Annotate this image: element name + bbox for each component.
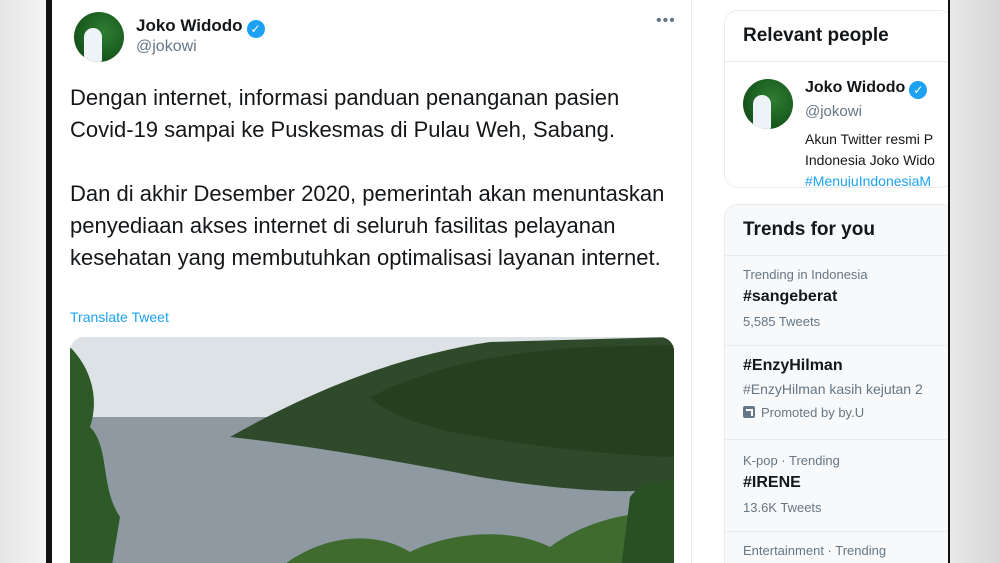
divider xyxy=(725,61,948,62)
promoted-icon xyxy=(743,406,755,418)
person-handle[interactable]: @jokowi xyxy=(805,103,862,120)
trend-name[interactable]: #EnzyHilman xyxy=(743,357,923,375)
tweet-media-photo[interactable] xyxy=(70,337,674,563)
trend-item[interactable]: K-pop · Trending #IRENE 13.6K Tweets xyxy=(743,453,840,515)
person-name-text[interactable]: Joko Widodo xyxy=(805,79,905,96)
person-bio-line-2: Indonesia Joko Wido xyxy=(805,152,935,168)
trend-meta: Entertainment · Trending xyxy=(743,543,887,558)
author-handle[interactable]: @jokowi xyxy=(136,38,197,56)
translate-tweet-link[interactable]: Translate Tweet xyxy=(70,309,169,325)
trend-description: #EnzyHilman kasih kejutan 2 xyxy=(743,381,923,397)
relevant-people-card: Relevant people Joko Widodo ✓ @jokowi Aku… xyxy=(724,10,948,188)
author-name-text[interactable]: Joko Widodo xyxy=(136,16,243,35)
divider xyxy=(725,439,948,440)
trend-item-promoted[interactable]: #EnzyHilman #EnzyHilman kasih kejutan 2 … xyxy=(743,357,923,420)
landscape-photo xyxy=(70,337,674,563)
tweet-paragraph-2: Dan di akhir Desember 2020, pemerintah a… xyxy=(70,181,665,270)
person-name[interactable]: Joko Widodo ✓ xyxy=(805,79,928,99)
person-bio-line-1: Akun Twitter resmi P xyxy=(805,131,934,147)
more-options-icon[interactable]: ••• xyxy=(656,12,676,30)
trend-name[interactable]: #sangeberat xyxy=(743,288,868,306)
divider xyxy=(725,531,948,532)
promoted-label: Promoted by by.U xyxy=(743,405,923,420)
background-left xyxy=(0,0,46,563)
trend-item[interactable]: Trending in Indonesia #sangeberat 5,585 … xyxy=(743,267,868,329)
person-avatar[interactable] xyxy=(743,79,793,129)
author-avatar[interactable] xyxy=(74,12,124,62)
tweet-paragraph-1: Dengan internet, informasi panduan penan… xyxy=(70,85,620,142)
trend-meta: K-pop · Trending xyxy=(743,453,840,468)
divider xyxy=(725,345,948,346)
trends-title: Trends for you xyxy=(743,219,875,240)
relevant-people-title: Relevant people xyxy=(743,25,889,46)
trend-item[interactable]: Entertainment · Trending xyxy=(743,543,886,558)
twitter-screen: Joko Widodo ✓ @jokowi ••• Dengan internet… xyxy=(52,0,948,563)
divider xyxy=(725,255,948,256)
trends-card: Trends for you Trending in Indonesia #sa… xyxy=(724,204,948,563)
person-bio-hashtag[interactable]: #MenujuIndonesiaM xyxy=(805,171,948,187)
background-right xyxy=(950,0,1000,563)
verified-badge-icon: ✓ xyxy=(909,81,928,99)
author-name[interactable]: Joko Widodo ✓ xyxy=(136,16,265,38)
trend-name[interactable]: #IRENE xyxy=(743,474,840,492)
verified-badge-icon: ✓ xyxy=(246,20,265,38)
tweet-text: Dengan internet, informasi panduan penan… xyxy=(70,82,680,306)
trend-tweet-count: 5,585 Tweets xyxy=(743,314,821,329)
tweet-detail: Joko Widodo ✓ @jokowi ••• Dengan internet… xyxy=(52,0,692,563)
sidebar: Relevant people Joko Widodo ✓ @jokowi Aku… xyxy=(724,0,948,563)
trend-tweet-count: 13.6K Tweets xyxy=(743,500,822,515)
trend-meta: Trending in Indonesia xyxy=(743,267,868,282)
promoted-text: Promoted by by.U xyxy=(761,405,865,420)
person-bio: Akun Twitter resmi P Indonesia Joko Wido… xyxy=(805,129,948,187)
